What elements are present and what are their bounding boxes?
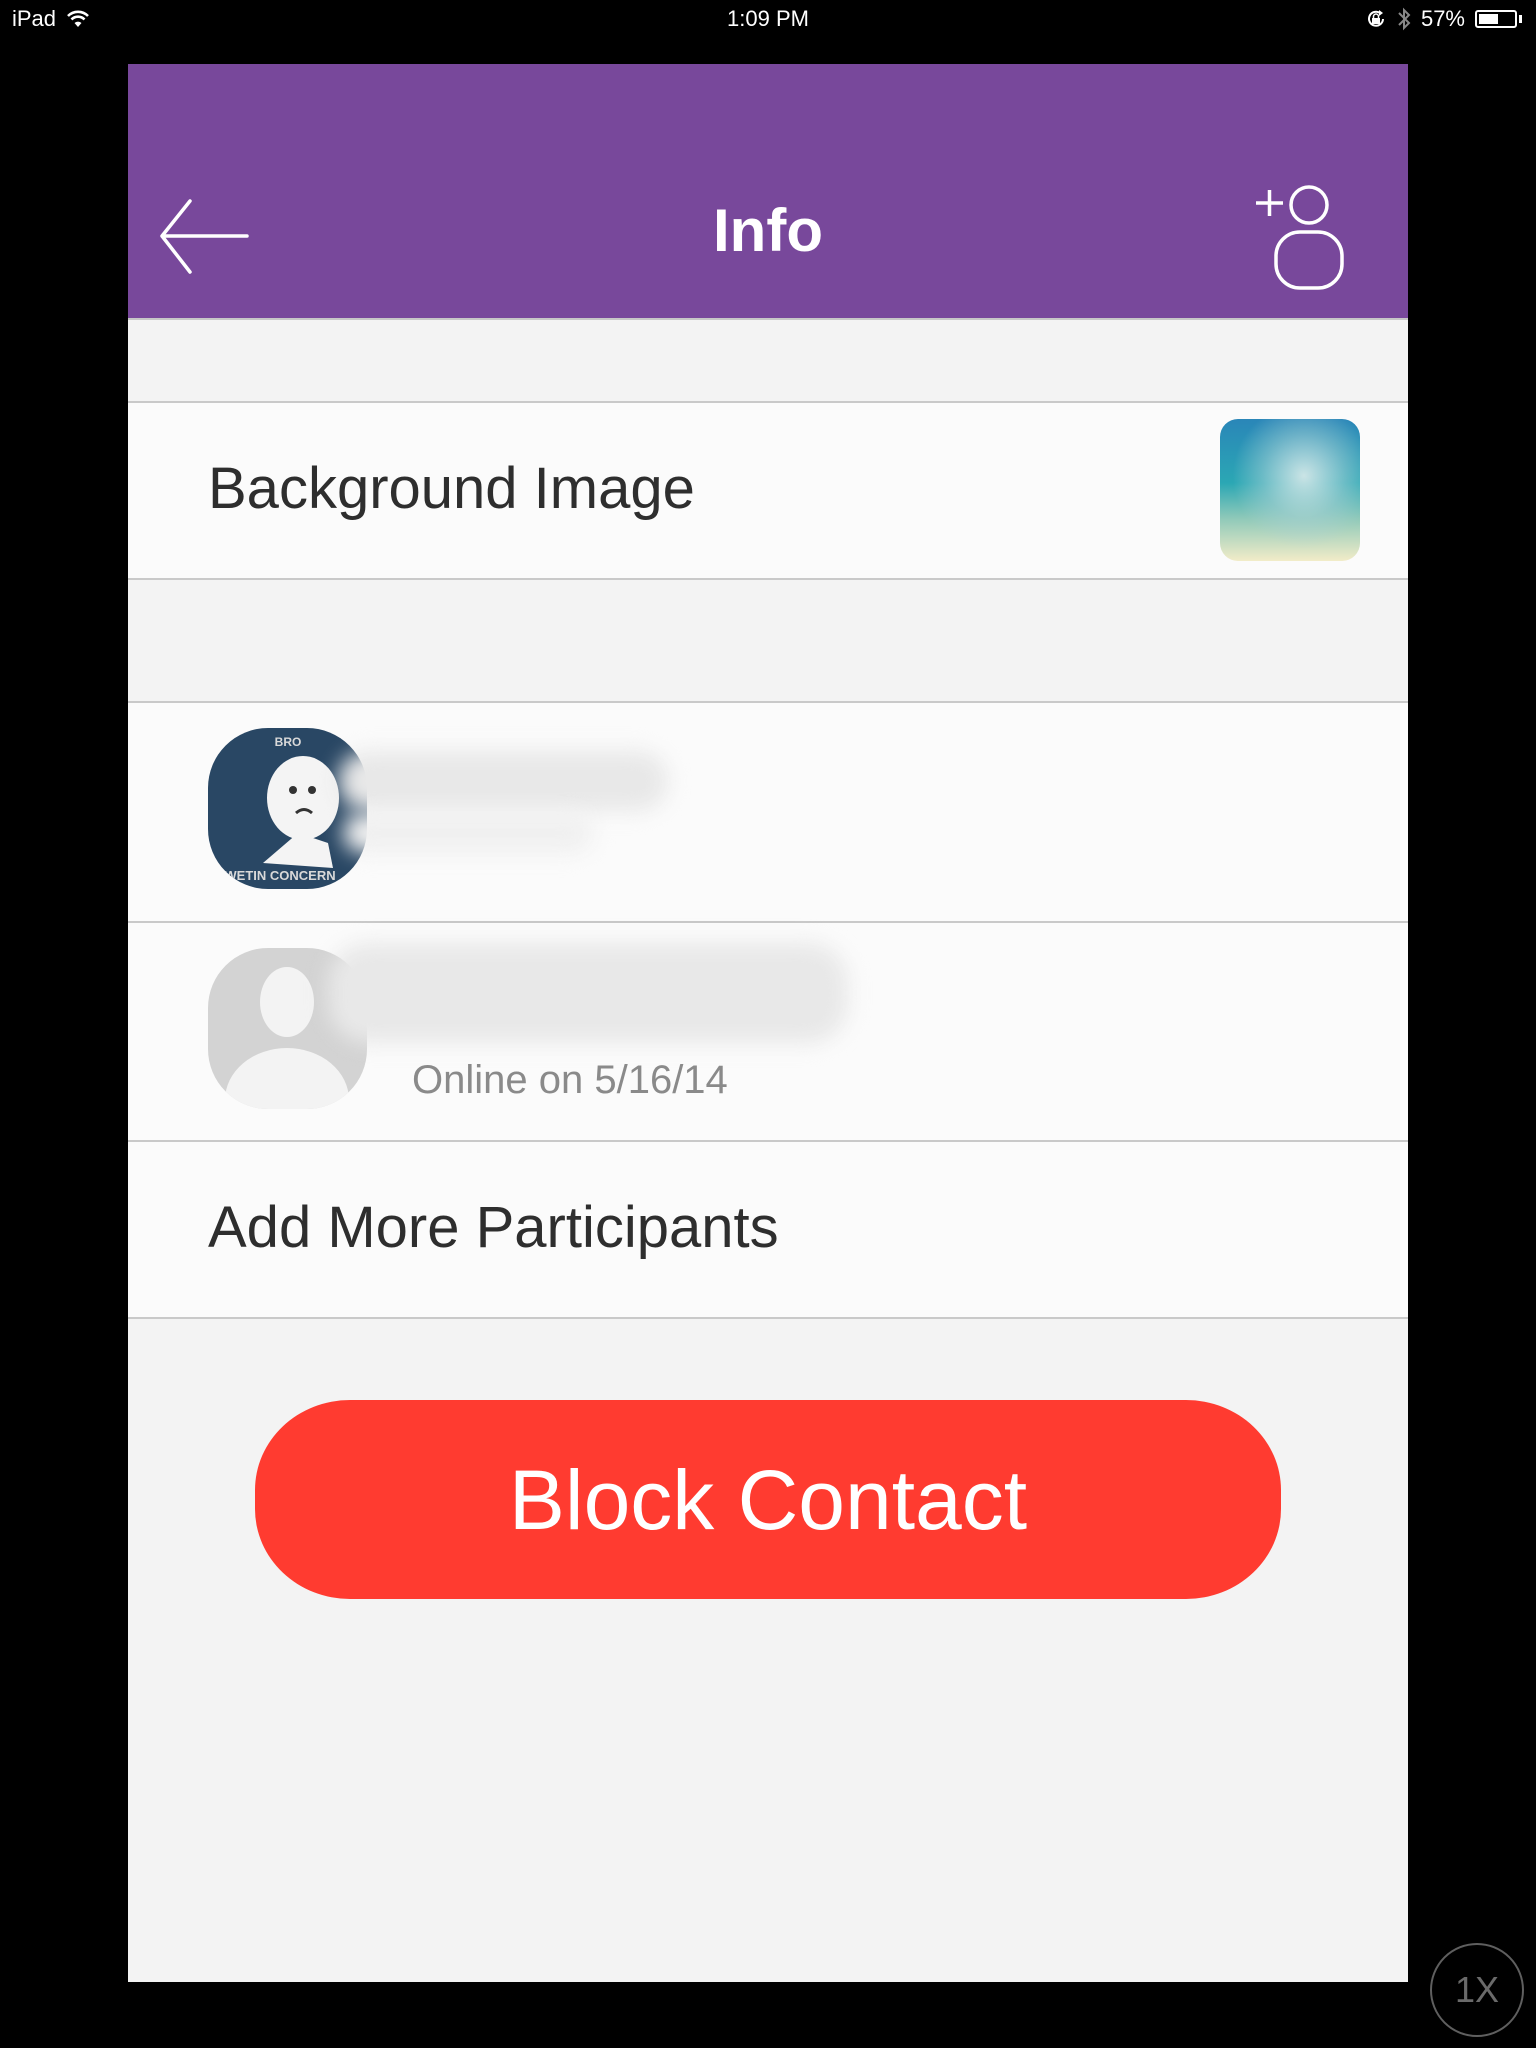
bluetooth-icon xyxy=(1398,7,1411,31)
battery-icon xyxy=(1475,10,1517,28)
background-image-row[interactable]: Background Image xyxy=(128,401,1408,580)
battery-level xyxy=(1479,14,1499,24)
participant-name-redacted xyxy=(328,943,848,1043)
participant-avatar: BRO WETIN CONCERN xyxy=(208,728,367,889)
add-more-participants-row[interactable]: Add More Participants xyxy=(128,1140,1408,1319)
add-participant-button[interactable] xyxy=(1246,172,1356,292)
participant-row[interactable]: BRO WETIN CONCERN xyxy=(128,701,1408,922)
participant-row[interactable]: Online on 5/16/14 xyxy=(128,921,1408,1142)
status-bar: iPad 1:09 PM 57% xyxy=(0,0,1536,40)
meme-avatar-icon: BRO WETIN CONCERN xyxy=(224,735,339,883)
info-screen: Info Background Image BRO WETIN CONCERN xyxy=(128,64,1408,1982)
battery-percent: 57% xyxy=(1420,6,1465,31)
participant-name-redacted xyxy=(338,751,668,811)
participant-status: Online on 5/16/14 xyxy=(412,1058,728,1102)
zoom-1x-button[interactable]: 1X xyxy=(1430,1943,1524,2037)
participant-status-redacted xyxy=(343,813,593,853)
page-title: Info xyxy=(713,197,823,264)
background-image-thumbnail[interactable] xyxy=(1220,419,1360,561)
add-participant-icon xyxy=(1256,185,1344,290)
status-time: 1:09 PM xyxy=(727,6,809,31)
rotation-lock-icon xyxy=(1367,10,1384,27)
avatar-text-bottom: WETIN CONCERN xyxy=(224,868,335,883)
background-image-label: Background Image xyxy=(208,456,695,521)
block-contact-button[interactable]: Block Contact xyxy=(255,1400,1281,1599)
add-more-participants-label: Add More Participants xyxy=(208,1195,779,1260)
avatar-text-top: BRO xyxy=(275,735,302,749)
battery-nub xyxy=(1519,15,1522,23)
navbar: Info xyxy=(128,64,1408,320)
